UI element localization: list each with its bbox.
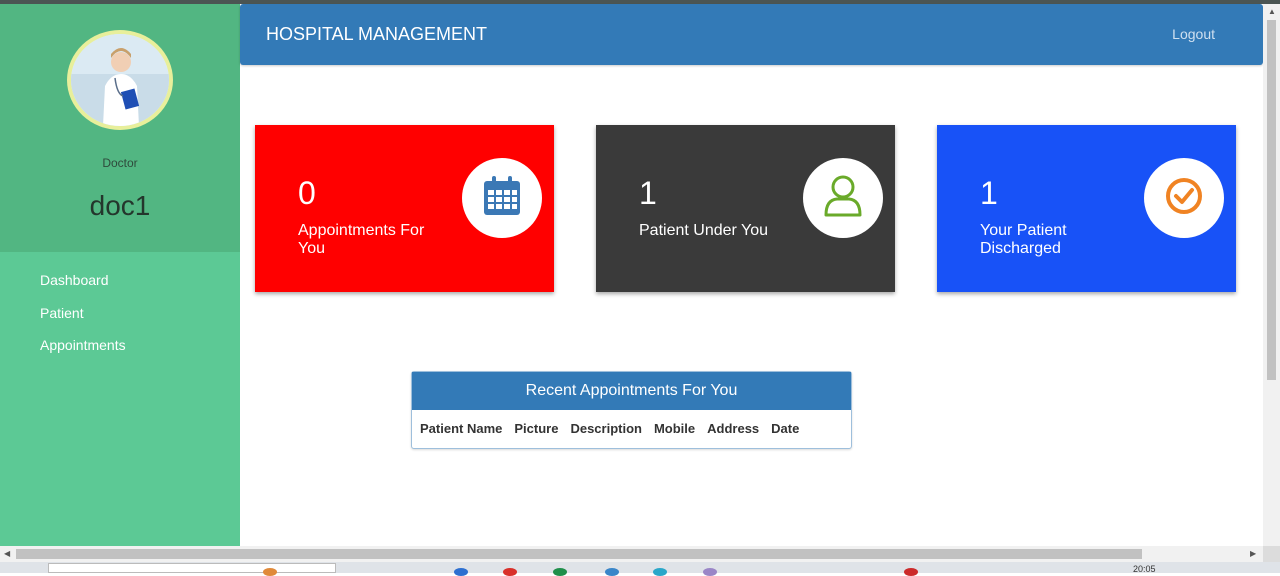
taskbar-app-icon[interactable] [904,568,918,576]
vertical-scroll-thumb[interactable] [1267,20,1276,380]
user-icon [823,174,863,223]
taskbar-search-box[interactable] [48,563,336,573]
column-header-address: Address [707,420,760,436]
scroll-left-arrow-icon[interactable]: ◀ [4,549,10,558]
taskbar-app-icon[interactable] [653,568,667,576]
logout-link[interactable]: Logout [1172,26,1215,42]
check-circle-icon [1164,176,1204,221]
column-header-description: Description [570,420,642,436]
sidebar-item-patient[interactable]: Patient [0,297,240,330]
discharged-card: 1 Your Patient Discharged [937,125,1236,292]
vertical-scrollbar[interactable]: ▲ [1263,4,1280,546]
sidebar: Doctor doc1 Dashboard Patient Appointmen… [0,4,240,546]
appointments-count: 0 [298,175,316,211]
calendar-icon [482,175,522,222]
avatar [67,30,173,130]
appointments-label: Appointments For You [298,222,425,257]
user-role: Doctor [102,156,138,170]
column-header-patient-name: Patient Name [420,420,503,436]
horizontal-scroll-thumb[interactable] [16,549,1142,559]
column-header-date: Date [771,420,800,436]
horizontal-scrollbar[interactable]: ◀ ▶ [0,546,1263,562]
table-header-row: Patient Name Picture Description Mobile … [414,419,805,437]
sidebar-item-dashboard[interactable]: Dashboard [0,264,240,297]
patients-count: 1 [639,175,657,211]
recent-appointments-title: Recent Appointments For You [412,372,851,410]
taskbar-chrome-icon[interactable] [503,568,517,576]
scrollbar-corner [1263,546,1280,562]
taskbar-app-icon[interactable] [703,568,717,576]
appointments-card: 0 Appointments For You [255,125,554,292]
os-taskbar: 20:05 [0,562,1280,576]
discharged-label: Your Patient Discharged [980,222,1067,257]
username: doc1 [89,190,151,221]
scroll-right-arrow-icon[interactable]: ▶ [1250,549,1256,558]
taskbar-app-icon[interactable] [553,568,567,576]
patients-icon-circle [803,158,883,238]
discharged-icon-circle [1144,158,1224,238]
taskbar-app-icon[interactable] [263,568,277,576]
discharged-count: 1 [980,175,998,211]
recent-appointments-panel: Recent Appointments For You Patient Name… [411,371,852,449]
sidebar-item-appointments[interactable]: Appointments [0,329,240,362]
taskbar-app-icon[interactable] [454,568,468,576]
appointments-icon-circle [462,158,542,238]
recent-appointments-table: Patient Name Picture Description Mobile … [414,419,805,437]
sidebar-nav: Dashboard Patient Appointments [0,252,240,362]
scroll-up-arrow-icon[interactable]: ▲ [1268,7,1276,16]
patients-under-you-card: 1 Patient Under You [596,125,895,292]
top-navbar: HOSPITAL MANAGEMENT Logout [240,4,1263,65]
patients-label: Patient Under You [639,222,768,239]
doctor-photo [71,34,169,126]
profile-section: Doctor doc1 [0,4,240,252]
column-header-picture: Picture [514,420,559,436]
taskbar-app-icon[interactable] [605,568,619,576]
app-title[interactable]: HOSPITAL MANAGEMENT [266,24,487,45]
column-header-mobile: Mobile [653,420,696,436]
